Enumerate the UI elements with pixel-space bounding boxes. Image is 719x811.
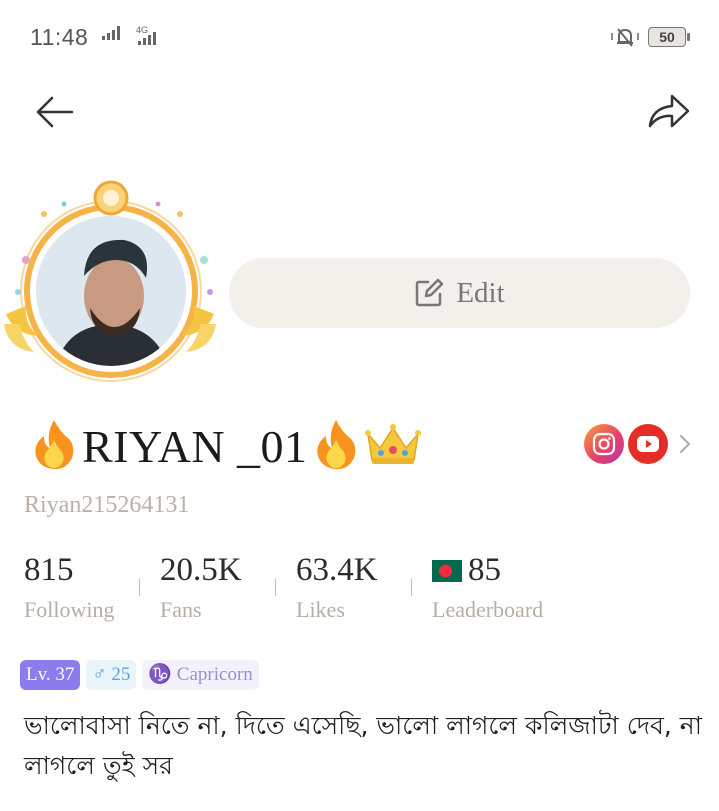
stat-fans[interactable]: 20.5K Fans xyxy=(160,552,242,623)
stat-label: Leaderboard xyxy=(432,597,544,622)
profile-name-row: RIYAN _01 xyxy=(30,418,422,475)
edit-icon xyxy=(416,278,444,307)
stat-following[interactable]: 815 Following xyxy=(24,552,114,623)
avatar xyxy=(36,216,186,366)
chevron-right-icon[interactable] xyxy=(678,432,692,456)
instagram-link[interactable] xyxy=(584,424,624,464)
back-button[interactable] xyxy=(32,92,76,132)
zodiac-badge: ♑ Capricorn xyxy=(142,660,259,690)
avatar-container[interactable] xyxy=(4,174,216,386)
user-id: Riyan215264131 xyxy=(24,492,190,518)
male-icon: ♂ xyxy=(92,664,107,685)
stat-label: Likes xyxy=(296,597,345,622)
stat-label: Fans xyxy=(160,597,202,622)
signal-icon xyxy=(102,26,120,40)
share-button[interactable] xyxy=(644,90,692,134)
age-value: 25 xyxy=(111,664,131,685)
signal-icon-secondary xyxy=(138,32,156,45)
social-links xyxy=(584,424,692,464)
level-badge: Lv. 37 xyxy=(20,660,81,690)
capricorn-icon: ♑ xyxy=(148,664,173,685)
stat-divider xyxy=(139,578,140,596)
stat-value: 63.4K xyxy=(296,552,378,588)
profile-tags: Lv. 37 ♂ 25 ♑ Capricorn xyxy=(20,660,259,690)
edit-profile-button[interactable]: Edit xyxy=(229,258,690,328)
arrow-left-icon xyxy=(36,96,74,128)
youtube-icon xyxy=(637,436,659,452)
share-arrow-icon xyxy=(648,94,690,128)
stat-likes[interactable]: 63.4K Likes xyxy=(296,552,378,623)
stat-divider xyxy=(275,578,276,596)
stat-value: 20.5K xyxy=(160,552,242,588)
fire-icon xyxy=(30,418,78,475)
avatar-photo xyxy=(36,216,186,366)
gender-age-badge: ♂ 25 xyxy=(86,660,137,690)
edit-label: Edit xyxy=(456,276,505,309)
zodiac-label: Capricorn xyxy=(176,664,253,685)
stat-value: 85 xyxy=(468,552,501,588)
status-time: 11:48 xyxy=(30,24,89,50)
stat-value-row: 85 xyxy=(432,552,543,589)
bangladesh-flag-icon xyxy=(432,559,462,582)
stat-value: 815 xyxy=(24,552,74,588)
youtube-link[interactable] xyxy=(628,424,668,464)
battery-indicator: 50 xyxy=(648,27,690,47)
silent-bell-icon xyxy=(611,28,639,47)
stat-divider xyxy=(411,578,412,596)
profile-bio: ভালোবাসা নিতে না, দিতে এসেছি, ভালো লাগলে… xyxy=(24,711,702,780)
fire-icon xyxy=(312,418,360,475)
profile-name: RIYAN _01 xyxy=(82,421,308,472)
stat-leaderboard[interactable]: 85 Leaderboard xyxy=(432,552,543,623)
status-bar: 11:48 4G 50 xyxy=(0,0,719,70)
instagram-icon xyxy=(592,432,616,456)
profile-stats: 815 Following 20.5K Fans 63.4K Likes 85 … xyxy=(0,552,719,632)
crown-icon xyxy=(364,422,422,471)
stat-label: Following xyxy=(24,597,115,622)
